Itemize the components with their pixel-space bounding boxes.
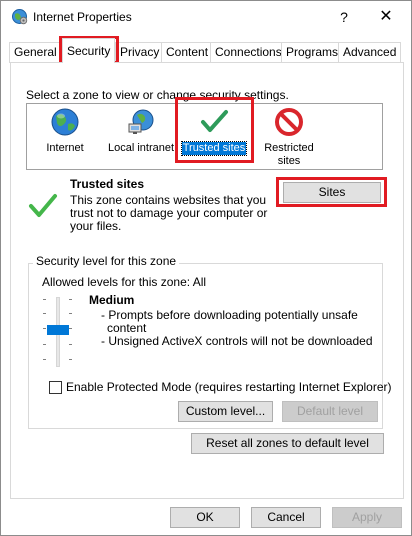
zone-internet[interactable]: Internet xyxy=(37,107,93,155)
slider-tick xyxy=(69,344,72,345)
security-level-description: - Prompts before downloading potentially… xyxy=(101,309,373,348)
slider-tick xyxy=(69,313,72,314)
level-bullet-2: - Unsigned ActiveX controls will not be … xyxy=(101,334,373,348)
internet-properties-dialog: Internet Properties ? ✕ General Security… xyxy=(0,0,412,536)
zone-trusted-sites-label: Trusted sites xyxy=(180,141,248,156)
window-title: Internet Properties xyxy=(33,10,132,24)
default-level-button[interactable]: Default level xyxy=(282,401,378,422)
cancel-button-label: Cancel xyxy=(267,510,305,524)
trusted-sites-check-icon xyxy=(29,194,57,217)
slider-tick xyxy=(43,359,46,360)
default-level-button-label: Default level xyxy=(296,404,364,418)
sites-button-label: Sites xyxy=(318,185,346,199)
allowed-levels-text: Allowed levels for this zone: All xyxy=(42,275,207,289)
slider-tick xyxy=(43,328,46,329)
globe-icon xyxy=(51,108,79,136)
apply-button[interactable]: Apply xyxy=(332,507,402,528)
security-level-group-label: Security level for this zone xyxy=(33,254,180,268)
zone-info-title: Trusted sites xyxy=(70,177,145,191)
ok-button[interactable]: OK xyxy=(170,507,240,528)
network-icon xyxy=(128,109,154,134)
slider-tick xyxy=(43,299,46,300)
zone-info-description: This zone contains websites that you tru… xyxy=(70,194,267,233)
cancel-button[interactable]: Cancel xyxy=(251,507,321,528)
close-button[interactable]: ✕ xyxy=(374,6,398,28)
protected-mode-checkbox[interactable] xyxy=(49,381,62,394)
zone-restricted-sites-label-line2: sites xyxy=(277,155,301,167)
zone-internet-label: Internet xyxy=(46,142,84,154)
sites-button[interactable]: Sites xyxy=(283,182,381,203)
tab-advanced[interactable]: Advanced xyxy=(338,42,402,63)
title-bar[interactable]: Internet Properties ? ✕ xyxy=(1,1,411,32)
tab-content[interactable]: Content xyxy=(161,42,214,63)
security-level-slider-thumb[interactable] xyxy=(47,325,69,335)
security-level-name: Medium xyxy=(89,293,135,307)
restricted-icon xyxy=(275,108,303,136)
zone-info-description-line3: your files. xyxy=(70,219,122,233)
zone-local-intranet[interactable]: Local intranet xyxy=(103,107,179,155)
custom-level-button-label: Custom level... xyxy=(185,404,266,418)
tab-strip: General Security Privacy Content Connect… xyxy=(9,38,405,63)
tab-programs[interactable]: Programs xyxy=(281,42,344,63)
slider-tick xyxy=(43,313,46,314)
tab-privacy[interactable]: Privacy xyxy=(115,42,165,63)
checkmark-icon xyxy=(201,110,228,132)
slider-tick xyxy=(69,328,72,329)
slider-tick xyxy=(43,344,46,345)
tab-connections[interactable]: Connections xyxy=(210,42,287,63)
internet-options-icon xyxy=(12,9,28,25)
zone-local-intranet-label: Local intranet xyxy=(107,142,175,154)
slider-tick xyxy=(69,359,72,360)
protected-mode-label[interactable]: Enable Protected Mode (requires restarti… xyxy=(66,380,392,394)
tab-general[interactable]: General xyxy=(9,42,62,63)
zone-prompt: Select a zone to view or change security… xyxy=(26,88,289,102)
tab-security[interactable]: Security xyxy=(62,38,116,63)
reset-all-zones-button-label: Reset all zones to default level xyxy=(206,436,369,450)
reset-all-zones-button[interactable]: Reset all zones to default level xyxy=(191,433,384,454)
help-button[interactable]: ? xyxy=(332,6,356,28)
zone-restricted-sites-label-line1: Restricted xyxy=(264,142,314,154)
slider-tick xyxy=(69,299,72,300)
ok-button-label: OK xyxy=(196,510,214,524)
zone-trusted-sites[interactable]: Trusted sites xyxy=(180,107,248,156)
custom-level-button[interactable]: Custom level... xyxy=(178,401,273,422)
zone-restricted-sites[interactable]: Restricted sites xyxy=(259,107,319,168)
apply-button-label: Apply xyxy=(351,510,383,524)
